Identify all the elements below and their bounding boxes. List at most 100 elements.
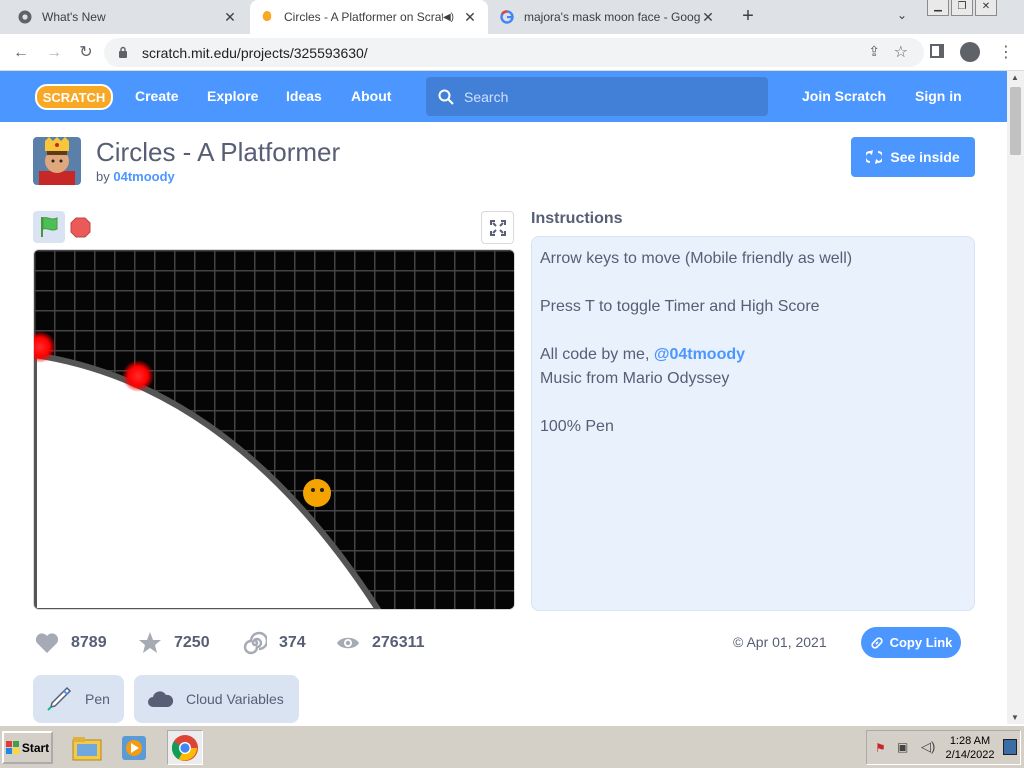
tag-label: Cloud Variables [186, 691, 284, 707]
player-eye [311, 488, 315, 492]
network-icon[interactable]: ▣ [897, 740, 908, 754]
back-icon[interactable]: ← [11, 43, 31, 63]
instr-text: All code by me, [540, 346, 650, 363]
close-tab-icon[interactable]: ✕ [700, 9, 716, 26]
see-inside-button[interactable]: See inside [851, 137, 975, 177]
vertical-scrollbar[interactable]: ▲ ▼ [1007, 71, 1024, 724]
start-button[interactable]: Start [2, 731, 53, 764]
instr-line: Arrow keys to move (Mobile friendly as w… [540, 250, 853, 267]
share-icon[interactable]: ⇪ [868, 43, 880, 60]
tag-label: Pen [85, 691, 110, 707]
copy-link-button[interactable]: Copy Link [861, 627, 961, 658]
search-box [426, 77, 768, 116]
date-text: Apr 01, 2021 [746, 634, 827, 650]
search-input[interactable] [464, 87, 754, 107]
player-ball [303, 479, 331, 507]
star-icon [139, 632, 161, 653]
system-tray: ⚑ ▣ ◁) 1:28 AM 2/14/2022 [866, 730, 1021, 765]
nav-explore[interactable]: Explore [207, 88, 258, 104]
instructions-heading: Instructions [531, 210, 623, 227]
tab-google-search[interactable]: majora's mask moon face - Google Search … [490, 0, 726, 34]
windows-logo-icon [5, 740, 19, 754]
chevron-down-icon[interactable]: ⌄ [897, 8, 907, 22]
author-avatar[interactable] [33, 137, 81, 185]
scroll-down-icon[interactable]: ▼ [1011, 713, 1019, 722]
instr-line-credit: All code by me, @04tmoody [540, 343, 966, 367]
nav-ideas[interactable]: Ideas [286, 88, 322, 104]
google-icon [500, 10, 514, 24]
link-icon [870, 636, 883, 649]
speaker-icon[interactable]: ◀) [443, 12, 454, 23]
tag-pen[interactable]: Pen [33, 675, 124, 723]
new-tab-icon[interactable]: + [737, 6, 759, 28]
stop-button[interactable] [70, 217, 91, 238]
tab-circles[interactable]: Circles - A Platformer on Scratch ◀) ✕ [250, 0, 488, 34]
green-flag-button[interactable] [33, 211, 65, 243]
remix-spiral-icon [243, 631, 267, 655]
author-link[interactable]: 04tmoody [113, 169, 174, 184]
red-orb [122, 360, 154, 392]
forward-icon[interactable]: → [44, 43, 64, 63]
file-explorer-icon[interactable] [69, 730, 105, 765]
player-eye [320, 488, 324, 492]
nav-create[interactable]: Create [135, 88, 179, 104]
favorites-stat[interactable]: 7250 [138, 629, 210, 657]
eye-icon [337, 637, 359, 649]
instr-line: 100% Pen [540, 418, 614, 435]
url-text: scratch.mit.edu/projects/325593630/ [142, 45, 368, 61]
scroll-up-icon[interactable]: ▲ [1011, 73, 1019, 82]
project-title: Circles - A Platformer [96, 137, 341, 167]
close-tab-icon[interactable]: ✕ [462, 9, 478, 26]
scroll-thumb[interactable] [1010, 87, 1021, 155]
tag-cloud-variables[interactable]: Cloud Variables [134, 675, 299, 723]
tab-title: What's New [42, 10, 106, 24]
search-icon [438, 89, 454, 105]
restore-icon[interactable]: ❐ [951, 0, 973, 16]
nav-about[interactable]: About [351, 88, 391, 104]
address-bar[interactable]: scratch.mit.edu/projects/325593630/ ⇪ ☆ [104, 38, 924, 67]
stop-icon [70, 217, 91, 238]
reload-icon[interactable]: ↻ [76, 43, 96, 63]
loves-count: 8789 [71, 634, 107, 651]
fullscreen-button[interactable] [481, 211, 514, 244]
profile-avatar-icon[interactable] [960, 42, 980, 62]
join-scratch-link[interactable]: Join Scratch [802, 88, 886, 104]
volume-icon[interactable]: ◁) [921, 739, 935, 755]
tab-title: Circles - A Platformer on Scratch [284, 10, 443, 24]
favorites-count: 7250 [174, 634, 210, 651]
sign-in-link[interactable]: Sign in [915, 88, 962, 104]
instructions-box: Arrow keys to move (Mobile friendly as w… [531, 236, 975, 611]
heart-icon [35, 633, 59, 653]
project-stage[interactable] [33, 249, 515, 610]
clock-date: 2/14/2022 [945, 749, 995, 761]
scratch-navbar: SCRATCH Create Explore Ideas About Join … [0, 71, 1007, 122]
instr-line [540, 319, 966, 343]
tab-title: majora's mask moon face - Google Search [524, 10, 700, 24]
window-controls: ▁ ❐ ✕ [927, 0, 997, 16]
game-canvas [34, 250, 514, 609]
logo-text: SCRATCH [43, 90, 106, 105]
action-center-flag-icon[interactable]: ⚑ [875, 741, 886, 755]
media-player-icon[interactable] [116, 730, 152, 765]
chrome-icon [18, 10, 32, 24]
chrome-taskbar-icon[interactable] [167, 730, 203, 765]
kebab-menu-icon[interactable]: ⋮ [998, 42, 1014, 62]
taskbar-clock[interactable]: 1:28 AM 2/14/2022 [945, 734, 995, 762]
copy-link-label: Copy Link [889, 635, 953, 650]
tab-whats-new[interactable]: What's New ✕ [8, 0, 248, 34]
bookmark-star-icon[interactable]: ☆ [894, 42, 908, 62]
cloud-icon [148, 691, 174, 707]
browser-toolbar: ← → ↻ scratch.mit.edu/projects/325593630… [0, 34, 1024, 71]
side-panel-icon[interactable] [930, 44, 944, 58]
minimize-icon[interactable]: ▁ [927, 0, 949, 16]
close-window-icon[interactable]: ✕ [975, 0, 997, 16]
remix-arrows-icon [866, 150, 883, 164]
show-desktop-icon[interactable] [1003, 739, 1017, 755]
instr-line: Music from Mario Odyssey [540, 370, 730, 387]
mention-link[interactable]: @04tmoody [654, 346, 745, 363]
scratch-logo[interactable]: SCRATCH [35, 83, 113, 111]
loves-stat[interactable]: 8789 [35, 629, 107, 657]
remixes-stat: 374 [243, 629, 306, 657]
remixes-count: 374 [279, 634, 306, 651]
close-tab-icon[interactable]: ✕ [222, 9, 238, 26]
